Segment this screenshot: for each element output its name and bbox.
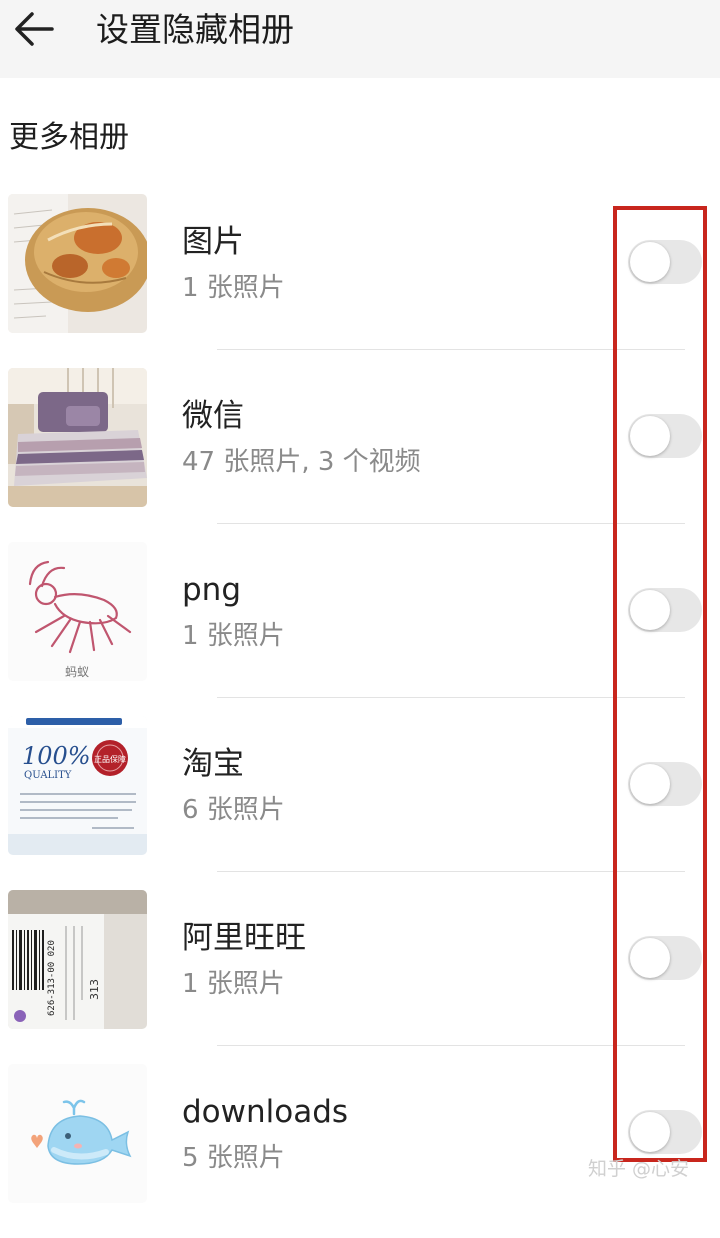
album-thumbnail [8,1064,147,1203]
hide-album-toggle[interactable] [628,936,702,980]
album-thumbnail: 100% QUALITY 正品保障 [8,716,147,855]
section-title: 更多相册 [9,120,129,155]
album-thumbnail: 蚂蚁 [8,542,147,681]
hide-album-toggle[interactable] [628,240,702,284]
hide-album-toggle[interactable] [628,1110,702,1154]
watermark: 知乎 @心安 [588,1158,690,1180]
album-name: 淘宝 [182,746,244,782]
quality-percent: 100% [22,742,91,770]
product-code: 313 [88,979,101,1000]
toggle-knob [630,764,670,804]
toggle-knob [630,1112,670,1152]
album-row[interactable]: downloads 5 张照片 [0,1064,720,1238]
album-row[interactable]: 微信 47 张照片, 3 个视频 [0,368,720,542]
row-divider [217,523,685,524]
album-thumbnail: 626-313-00 020 313 [8,890,147,1029]
row-divider [217,349,685,350]
row-divider [217,1045,685,1046]
row-divider [217,871,685,872]
thumbnail-caption: 蚂蚁 [65,664,89,679]
hide-album-toggle[interactable] [628,762,702,806]
album-row[interactable]: 626-313-00 020 313 阿里旺旺 1 张照片 [0,890,720,1064]
album-count: 6 张照片 [182,795,285,825]
album-row[interactable]: 100% QUALITY 正品保障 淘宝 6 张照片 [0,716,720,890]
quality-seal: 正品保障 [94,754,126,764]
back-button[interactable] [10,8,58,50]
album-name: 图片 [182,224,244,260]
toggle-knob [630,242,670,282]
hide-album-toggle[interactable] [628,414,702,458]
album-row[interactable]: 图片 1 张照片 [0,194,720,368]
toggle-knob [630,416,670,456]
album-name: 微信 [182,398,244,434]
app-header: 设置隐藏相册 [0,0,720,78]
album-count: 5 张照片 [182,1143,285,1173]
toggle-knob [630,590,670,630]
hide-album-toggle[interactable] [628,588,702,632]
album-count: 47 张照片, 3 个视频 [182,447,421,477]
album-thumbnail [8,194,147,333]
album-name: 阿里旺旺 [182,920,306,956]
album-thumbnail [8,368,147,507]
album-name: downloads [182,1094,349,1130]
album-name: png [182,572,242,608]
quality-label: QUALITY [24,770,72,781]
album-count: 1 张照片 [182,969,285,999]
album-row[interactable]: 蚂蚁 png 1 张照片 [0,542,720,716]
album-count: 1 张照片 [182,621,285,651]
album-count: 1 张照片 [182,273,285,303]
svg-text:蚂蚁: 蚂蚁 [65,664,89,679]
row-divider [217,697,685,698]
toggle-knob [630,938,670,978]
barcode-number: 626-313-00 020 [47,940,57,1016]
arrow-left-icon [15,12,54,46]
page-title: 设置隐藏相册 [96,10,294,49]
